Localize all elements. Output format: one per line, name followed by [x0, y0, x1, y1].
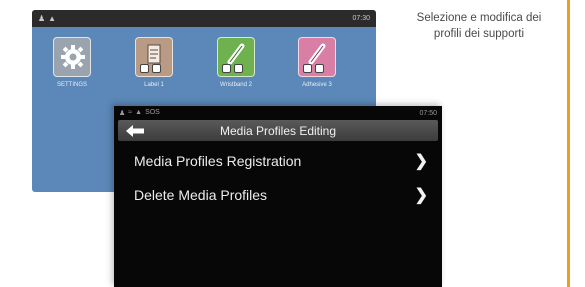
label-icon [147, 44, 161, 64]
media-size-icon [152, 64, 161, 73]
tile-settings[interactable]: SETTINGS [44, 37, 100, 88]
person-icon: ♟ [119, 110, 126, 117]
home-status-time: 07:30 [352, 15, 370, 22]
tile-label-1[interactable]: Label 1 [126, 37, 182, 88]
media-type-icon [222, 64, 231, 73]
front-status-icons: ♟ ≈ ▲ SOS [119, 109, 160, 117]
adhesive-icon [308, 43, 326, 65]
back-button[interactable] [122, 122, 148, 139]
accent-bar [567, 0, 570, 287]
caption-line-1: Selezione e modifica dei [416, 12, 542, 24]
media-type-icon [303, 64, 312, 73]
menu-item-label: Media Profiles Registration [134, 153, 302, 169]
tile-label-1-label: Label 1 [144, 82, 164, 88]
front-status-bar: ♟ ≈ ▲ SOS 07:50 [114, 106, 442, 120]
front-status-time: 07:50 [419, 109, 437, 117]
media-profiles-screen: ♟ ≈ ▲ SOS 07:50 Media Profiles Editing M… [114, 106, 442, 287]
tile-adhesive-3[interactable]: Adhesive 3 [289, 37, 345, 88]
back-arrow-icon [126, 124, 144, 137]
media-size-icon [315, 64, 324, 73]
chevron-right-icon: ❯ [414, 187, 428, 204]
menu-item-label: Delete Media Profiles [134, 187, 268, 203]
chevron-right-icon: ❯ [414, 153, 428, 170]
tile-adhesive-3-label: Adhesive 3 [302, 82, 332, 88]
home-status-bar: ♟ ▲ 07:30 [32, 10, 376, 27]
media-type-icon [140, 64, 149, 73]
person-icon: ♟ [38, 14, 46, 23]
page-title: Media Profiles Editing [219, 123, 337, 138]
signal-icon: ▲ [135, 109, 143, 116]
tile-settings-label: SETTINGS [56, 82, 87, 88]
menu-item-media-profiles-registration[interactable]: Media Profiles Registration ❯ [122, 147, 434, 175]
home-status-icons: ♟ ▲ [38, 14, 56, 23]
caption-line-2: profili dei supporti [433, 28, 525, 40]
tile-wristband-2-label: Wristband 2 [220, 82, 252, 88]
wristband-icon [227, 43, 245, 65]
media-size-icon [234, 64, 243, 73]
tile-wristband-2-box[interactable] [217, 37, 255, 77]
title-bar: Media Profiles Editing [118, 120, 438, 141]
tile-label-1-box[interactable] [135, 37, 173, 77]
tile-settings-box[interactable] [53, 37, 91, 77]
menu-item-delete-media-profiles[interactable]: Delete Media Profiles ❯ [122, 181, 434, 209]
tile-wristband-2[interactable]: Wristband 2 [208, 37, 264, 88]
front-status-text: SOS [145, 109, 160, 116]
home-tiles: SETTINGS Label 1 Wristband 2 Adhesive 3 [38, 37, 376, 103]
wifi-icon: ≈ [128, 109, 133, 116]
caption: Selezione e modifica dei profili dei sup… [381, 10, 577, 42]
gear-icon [61, 45, 85, 69]
tile-adhesive-3-box[interactable] [298, 37, 336, 77]
signal-icon: ▲ [48, 14, 57, 23]
